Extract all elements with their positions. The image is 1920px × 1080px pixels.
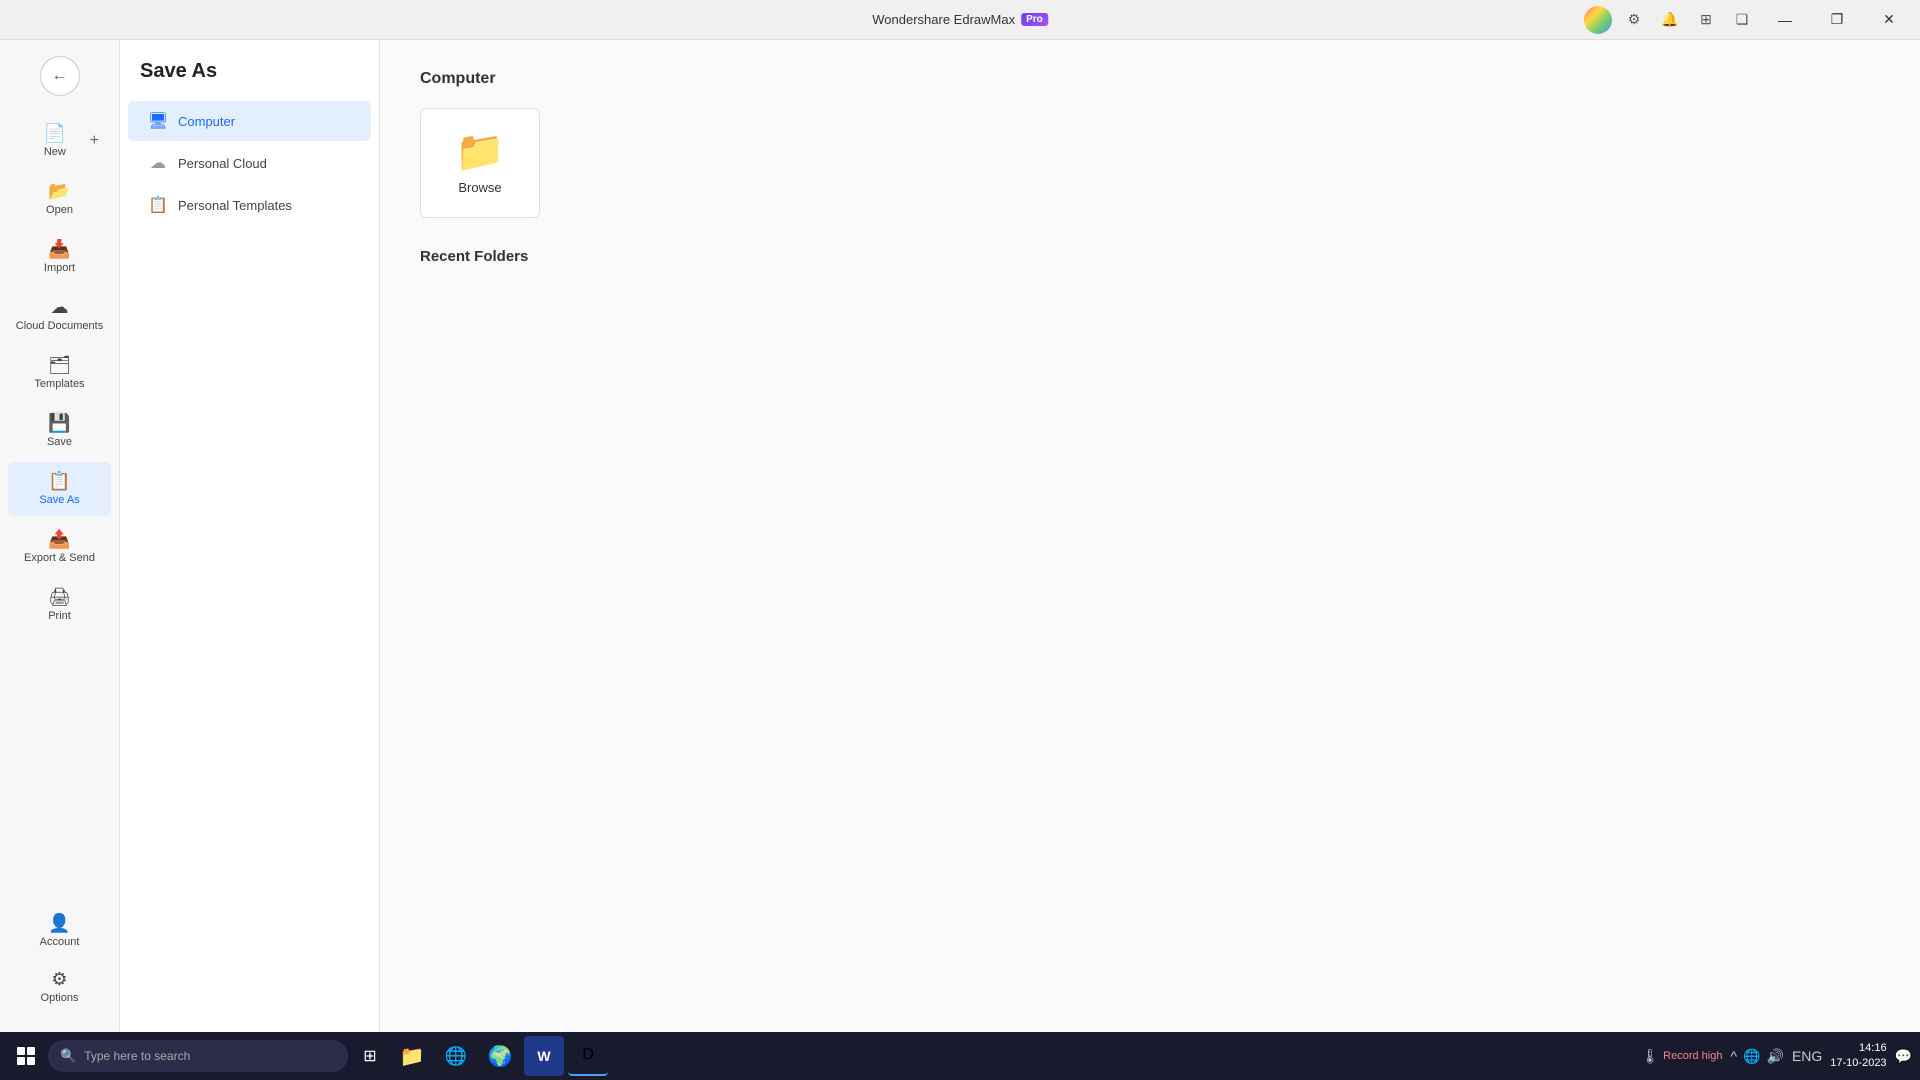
back-button[interactable]: ← bbox=[40, 56, 80, 96]
browse-label: Browse bbox=[458, 180, 501, 195]
sidebar-item-open-label: Open bbox=[46, 204, 73, 216]
clock-time: 14:16 bbox=[1830, 1041, 1886, 1056]
clock[interactable]: 14:16 17-10-2023 bbox=[1830, 1041, 1886, 1072]
sidebar-item-save-as[interactable]: 📋 Save As bbox=[8, 462, 111, 516]
sub-nav-personal-templates[interactable]: 📋 Personal Templates bbox=[128, 185, 371, 225]
section-title: Computer bbox=[420, 70, 1880, 88]
panel-middle: Save As 🖥 Computer ☁ Personal Cloud 📋 Pe… bbox=[120, 40, 380, 1032]
sub-nav-personal-cloud[interactable]: ☁ Personal Cloud bbox=[128, 143, 371, 183]
speaker-icon[interactable]: 🔊 bbox=[1767, 1048, 1784, 1065]
sidebar-item-save-label: Save bbox=[47, 436, 72, 448]
panel-title: Save As bbox=[120, 60, 379, 99]
sidebar-item-account-label: Account bbox=[40, 936, 80, 948]
personal-cloud-icon: ☁ bbox=[148, 153, 168, 173]
notification-icon[interactable]: 💬 bbox=[1895, 1048, 1912, 1065]
sidebar-item-account[interactable]: 👤 Account bbox=[8, 904, 111, 958]
search-icon: 🔍 bbox=[60, 1048, 76, 1064]
chevron-icon[interactable]: ^ bbox=[1730, 1048, 1737, 1064]
temp-area: 🌡 Record high bbox=[1641, 1048, 1722, 1065]
taskbar: 🔍 Type here to search ⊞ 📁 🌐 🌍 W D 🌡 Reco… bbox=[0, 1032, 1920, 1080]
computer-icon: 🖥 bbox=[148, 111, 168, 131]
account-icon: 👤 bbox=[48, 914, 70, 932]
app-title-area: Wondershare EdrawMax Pro bbox=[872, 12, 1048, 27]
sidebar-item-new-label: New bbox=[44, 146, 66, 158]
sub-nav-personal-templates-label: Personal Templates bbox=[178, 198, 292, 213]
grid-icon[interactable]: ⊞ bbox=[1692, 6, 1720, 34]
temp-icon: 🌡 bbox=[1641, 1048, 1659, 1065]
titlebar: Wondershare EdrawMax Pro ⚙ 🔔 ⊞ ❏ — ❐ ✕ bbox=[0, 0, 1920, 40]
sidebar-item-export-send[interactable]: 📤 Export & Send bbox=[8, 520, 111, 574]
sidebar-item-open[interactable]: 📂 Open bbox=[8, 172, 111, 226]
taskbar-app-edge[interactable]: 🌍 bbox=[480, 1036, 520, 1076]
sidebar-item-cloud-documents-label: Cloud Documents bbox=[16, 320, 103, 332]
minimize-button[interactable]: — bbox=[1762, 4, 1808, 36]
main-content: Computer 📁 Browse Recent Folders bbox=[380, 40, 1920, 1032]
sidebar-item-export-send-label: Export & Send bbox=[24, 552, 95, 564]
sidebar-item-options[interactable]: ⚙ Options bbox=[8, 960, 111, 1014]
clock-date: 17-10-2023 bbox=[1830, 1056, 1886, 1071]
export-send-icon: 📤 bbox=[48, 530, 70, 548]
sidebar-bottom: 👤 Account ⚙ Options bbox=[0, 902, 119, 1032]
start-icon bbox=[17, 1047, 35, 1065]
personal-templates-icon: 📋 bbox=[148, 195, 168, 215]
sidebar-item-options-label: Options bbox=[41, 992, 79, 1004]
start-button[interactable] bbox=[8, 1038, 44, 1074]
cloud-documents-icon: ☁ bbox=[51, 298, 69, 316]
app-body: ← 📄 New + 📂 Open 📥 Import ☁ Cloud Docume… bbox=[0, 40, 1920, 1032]
recent-folders-title: Recent Folders bbox=[420, 248, 1880, 265]
sidebar-item-import-label: Import bbox=[44, 262, 75, 274]
search-placeholder: Type here to search bbox=[84, 1049, 190, 1063]
pro-badge: Pro bbox=[1021, 13, 1048, 26]
templates-icon: 🗂 bbox=[48, 356, 71, 374]
sidebar-item-print-label: Print bbox=[48, 610, 71, 622]
taskbar-app-chrome[interactable]: 🌐 bbox=[436, 1036, 476, 1076]
sidebar-item-print[interactable]: 🖨 Print bbox=[8, 578, 111, 632]
sub-nav-computer[interactable]: 🖥 Computer bbox=[128, 101, 371, 141]
avatar[interactable] bbox=[1584, 6, 1612, 34]
taskbar-right: 🌡 Record high ^ 🌐 🔊 ENG 14:16 17-10-2023… bbox=[1641, 1041, 1912, 1072]
network-icon[interactable]: 🌐 bbox=[1743, 1048, 1760, 1065]
sidebar-item-templates-label: Templates bbox=[34, 378, 84, 390]
sidebar-item-save[interactable]: 💾 Save bbox=[8, 404, 111, 458]
sidebar-item-new[interactable]: 📄 New + bbox=[8, 114, 111, 168]
taskbar-app-word[interactable]: W bbox=[524, 1036, 564, 1076]
open-icon: 📂 bbox=[48, 182, 70, 200]
folder-icon: 📁 bbox=[455, 132, 505, 172]
lang-label: ENG bbox=[1792, 1048, 1822, 1064]
sidebar-left: ← 📄 New + 📂 Open 📥 Import ☁ Cloud Docume… bbox=[0, 40, 120, 1032]
restore-button[interactable]: ❐ bbox=[1814, 4, 1860, 36]
save-as-icon: 📋 bbox=[48, 472, 70, 490]
sidebar-item-import[interactable]: 📥 Import bbox=[8, 230, 111, 284]
sub-nav-personal-cloud-label: Personal Cloud bbox=[178, 156, 267, 171]
bell-icon[interactable]: 🔔 bbox=[1656, 6, 1684, 34]
taskbar-app-edrawmax[interactable]: D bbox=[568, 1036, 608, 1076]
browse-card[interactable]: 📁 Browse bbox=[420, 108, 540, 218]
taskbar-app-explorer[interactable]: 📁 bbox=[392, 1036, 432, 1076]
sidebar-item-cloud-documents[interactable]: ☁ Cloud Documents bbox=[8, 288, 111, 342]
print-icon: 🖨 bbox=[48, 588, 71, 606]
options-icon: ⚙ bbox=[51, 970, 67, 988]
plus-icon: + bbox=[90, 132, 99, 150]
record-high-label: Record high bbox=[1663, 1050, 1722, 1062]
titlebar-icons: ⚙ 🔔 ⊞ ❏ bbox=[1584, 6, 1756, 34]
close-button[interactable]: ✕ bbox=[1866, 4, 1912, 36]
import-icon: 📥 bbox=[48, 240, 70, 258]
settings-icon[interactable]: ⚙ bbox=[1620, 6, 1648, 34]
sys-tray-icons: ^ 🌐 🔊 bbox=[1730, 1048, 1783, 1065]
sidebar-item-templates[interactable]: 🗂 Templates bbox=[8, 346, 111, 400]
taskbar-search[interactable]: 🔍 Type here to search bbox=[48, 1040, 348, 1072]
layers-icon[interactable]: ❏ bbox=[1728, 6, 1756, 34]
sidebar-item-save-as-label: Save As bbox=[39, 494, 79, 506]
new-icon: 📄 bbox=[44, 124, 66, 142]
app-title: Wondershare EdrawMax bbox=[872, 12, 1015, 27]
save-icon: 💾 bbox=[48, 414, 70, 432]
task-view-button[interactable]: ⊞ bbox=[352, 1038, 388, 1074]
sub-nav-computer-label: Computer bbox=[178, 114, 235, 129]
